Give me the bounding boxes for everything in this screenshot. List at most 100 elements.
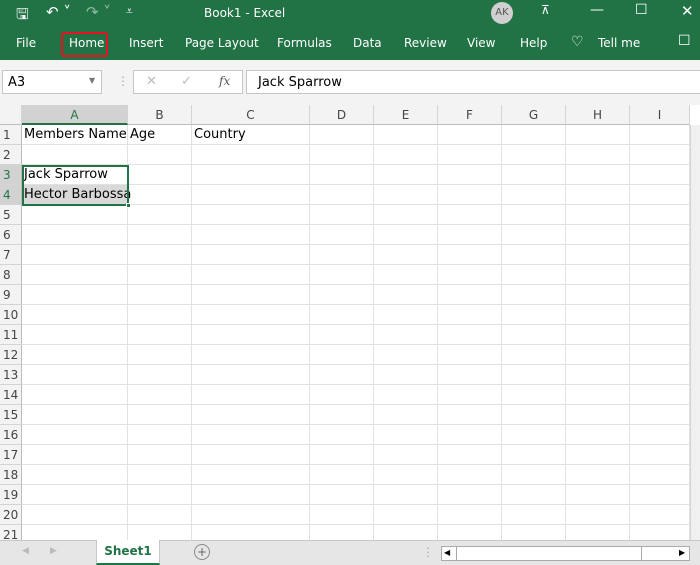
scroll-left-icon[interactable]: ◀ bbox=[444, 548, 450, 557]
cell-F7[interactable] bbox=[438, 245, 502, 265]
cell-B2[interactable] bbox=[128, 145, 192, 165]
cell-C19[interactable] bbox=[192, 485, 310, 505]
cell-E18[interactable] bbox=[374, 465, 438, 485]
new-sheet-icon[interactable]: + bbox=[194, 544, 210, 560]
cell-B17[interactable] bbox=[128, 445, 192, 465]
cell-D2[interactable] bbox=[310, 145, 374, 165]
cell-D11[interactable] bbox=[310, 325, 374, 345]
cell-C20[interactable] bbox=[192, 505, 310, 525]
row-header-14[interactable]: 14 bbox=[0, 385, 22, 405]
close-icon[interactable]: ✕ bbox=[681, 2, 694, 20]
row-header-2[interactable]: 2 bbox=[0, 145, 22, 165]
tab-file[interactable]: File bbox=[16, 36, 36, 50]
cell-C1[interactable]: Country bbox=[192, 125, 310, 145]
cell-B3[interactable] bbox=[128, 165, 192, 185]
cell-I2[interactable] bbox=[630, 145, 690, 165]
row-header-7[interactable]: 7 bbox=[0, 245, 22, 265]
column-header-D[interactable]: D bbox=[310, 105, 374, 125]
cell-G6[interactable] bbox=[502, 225, 566, 245]
column-header-I[interactable]: I bbox=[630, 105, 690, 125]
row-header-18[interactable]: 18 bbox=[0, 465, 22, 485]
cell-G1[interactable] bbox=[502, 125, 566, 145]
enter-icon[interactable]: ✓ bbox=[181, 74, 192, 89]
cell-F2[interactable] bbox=[438, 145, 502, 165]
comments-icon[interactable]: ☐ bbox=[678, 33, 691, 49]
cell-G5[interactable] bbox=[502, 205, 566, 225]
cell-I12[interactable] bbox=[630, 345, 690, 365]
sheet-tab-sheet1[interactable]: Sheet1 bbox=[96, 540, 160, 565]
redo-icon[interactable]: ↷ ˅ bbox=[86, 3, 111, 21]
cell-C12[interactable] bbox=[192, 345, 310, 365]
cell-C7[interactable] bbox=[192, 245, 310, 265]
cell-G8[interactable] bbox=[502, 265, 566, 285]
column-header-H[interactable]: H bbox=[566, 105, 630, 125]
row-header-20[interactable]: 20 bbox=[0, 505, 22, 525]
cell-E2[interactable] bbox=[374, 145, 438, 165]
cell-G7[interactable] bbox=[502, 245, 566, 265]
cell-C11[interactable] bbox=[192, 325, 310, 345]
cell-F18[interactable] bbox=[438, 465, 502, 485]
cell-D10[interactable] bbox=[310, 305, 374, 325]
row-header-17[interactable]: 17 bbox=[0, 445, 22, 465]
cell-F5[interactable] bbox=[438, 205, 502, 225]
row-header-15[interactable]: 15 bbox=[0, 405, 22, 425]
cell-E9[interactable] bbox=[374, 285, 438, 305]
cell-C2[interactable] bbox=[192, 145, 310, 165]
cell-D8[interactable] bbox=[310, 265, 374, 285]
cell-D16[interactable] bbox=[310, 425, 374, 445]
cell-A14[interactable] bbox=[22, 385, 128, 405]
vertical-scrollbar[interactable] bbox=[690, 125, 700, 540]
maximize-icon[interactable]: ☐ bbox=[635, 2, 648, 18]
cell-I8[interactable] bbox=[630, 265, 690, 285]
cell-H12[interactable] bbox=[566, 345, 630, 365]
cell-C9[interactable] bbox=[192, 285, 310, 305]
cell-A10[interactable] bbox=[22, 305, 128, 325]
cell-H5[interactable] bbox=[566, 205, 630, 225]
row-header-3[interactable]: 3 bbox=[0, 165, 22, 185]
save-icon[interactable]: 🖫 bbox=[16, 4, 29, 29]
row-header-9[interactable]: 9 bbox=[0, 285, 22, 305]
cell-I4[interactable] bbox=[630, 185, 690, 205]
cell-C4[interactable] bbox=[192, 185, 310, 205]
cell-A20[interactable] bbox=[22, 505, 128, 525]
cell-I13[interactable] bbox=[630, 365, 690, 385]
cell-E7[interactable] bbox=[374, 245, 438, 265]
cell-H9[interactable] bbox=[566, 285, 630, 305]
undo-icon[interactable]: ↶ ˅ bbox=[46, 3, 71, 21]
cell-A19[interactable] bbox=[22, 485, 128, 505]
cell-I15[interactable] bbox=[630, 405, 690, 425]
tab-view[interactable]: View bbox=[467, 36, 495, 50]
cell-F13[interactable] bbox=[438, 365, 502, 385]
next-sheet-icon[interactable]: ▶ bbox=[50, 546, 57, 556]
formula-input[interactable]: Jack Sparrow bbox=[246, 70, 700, 94]
cell-G4[interactable] bbox=[502, 185, 566, 205]
splitter-icon[interactable]: ⋮ bbox=[422, 545, 434, 559]
cell-I14[interactable] bbox=[630, 385, 690, 405]
cell-A15[interactable] bbox=[22, 405, 128, 425]
cell-B12[interactable] bbox=[128, 345, 192, 365]
cell-E3[interactable] bbox=[374, 165, 438, 185]
cell-D13[interactable] bbox=[310, 365, 374, 385]
cell-I3[interactable] bbox=[630, 165, 690, 185]
cell-F16[interactable] bbox=[438, 425, 502, 445]
cell-H16[interactable] bbox=[566, 425, 630, 445]
cell-F6[interactable] bbox=[438, 225, 502, 245]
tab-review[interactable]: Review bbox=[404, 36, 447, 50]
cell-A2[interactable] bbox=[22, 145, 128, 165]
cell-F11[interactable] bbox=[438, 325, 502, 345]
row-header-8[interactable]: 8 bbox=[0, 265, 22, 285]
cell-D18[interactable] bbox=[310, 465, 374, 485]
cell-E1[interactable] bbox=[374, 125, 438, 145]
tab-data[interactable]: Data bbox=[353, 36, 382, 50]
cell-C15[interactable] bbox=[192, 405, 310, 425]
cell-A13[interactable] bbox=[22, 365, 128, 385]
cell-D14[interactable] bbox=[310, 385, 374, 405]
cell-A18[interactable] bbox=[22, 465, 128, 485]
cell-I9[interactable] bbox=[630, 285, 690, 305]
cell-F4[interactable] bbox=[438, 185, 502, 205]
cell-H10[interactable] bbox=[566, 305, 630, 325]
cell-E17[interactable] bbox=[374, 445, 438, 465]
cell-D15[interactable] bbox=[310, 405, 374, 425]
row-header-13[interactable]: 13 bbox=[0, 365, 22, 385]
cell-G11[interactable] bbox=[502, 325, 566, 345]
